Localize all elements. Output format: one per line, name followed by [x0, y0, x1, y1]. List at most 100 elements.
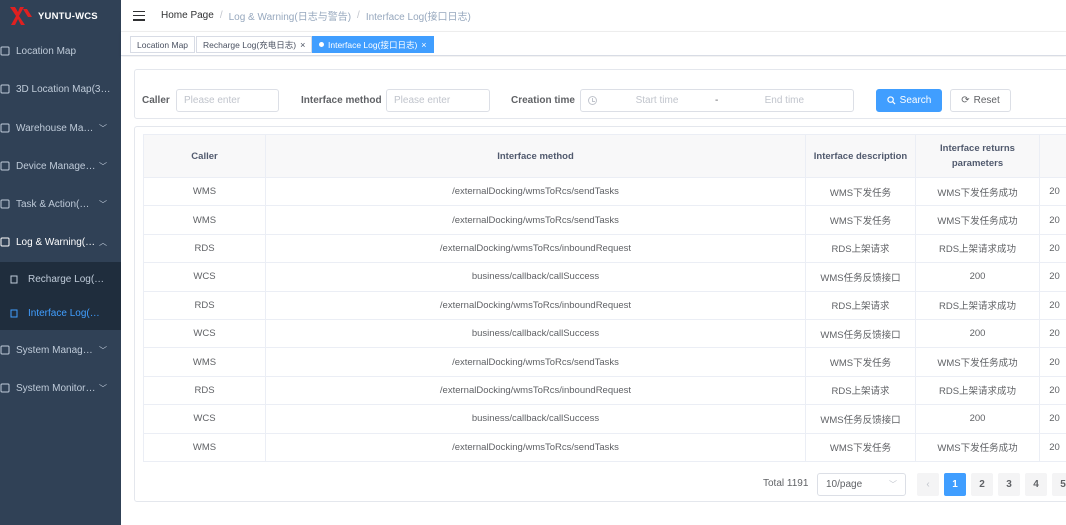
sidebar: YUNTU-WCS Location Map 3D Location Map(3……	[0, 0, 121, 525]
sidebar-item-device[interactable]: Device Manage… ﹀	[0, 147, 121, 185]
tag-location-map[interactable]: Location Map	[130, 36, 196, 53]
end-time-input[interactable]: End time	[754, 95, 814, 106]
sidebar-item-log[interactable]: Log & Warning(… ︿	[0, 223, 121, 261]
breadcrumb-interface-log: Interface Log(接口日志)	[365, 12, 471, 23]
cell-interface-description: RDS上架请求	[805, 375, 916, 406]
page-size-select[interactable]: 10/page ﹀	[817, 473, 906, 496]
creation-time-label: Creation time	[511, 95, 575, 106]
close-icon[interactable]: ×	[300, 40, 305, 50]
sidebar-subitem-interface-log[interactable]: Interface Log(…	[0, 296, 121, 330]
cell-next: 20	[1039, 432, 1066, 462]
table-row[interactable]: RDS/externalDocking/wmsToRcs/inboundRequ…	[143, 375, 1066, 406]
reset-button[interactable]: ⟳ Reset	[950, 89, 1011, 112]
cell-interface-returns: 200	[915, 318, 1040, 349]
cell-caller: WCS	[143, 404, 266, 434]
cell-interface-returns: RDS上架请求成功	[915, 233, 1040, 264]
sidebar-item-label: Location Map	[16, 45, 77, 57]
clock-icon	[588, 96, 597, 105]
interface-method-input[interactable]: Please enter	[386, 89, 490, 112]
page-button-1[interactable]: 1	[944, 473, 966, 496]
cell-next: 20	[1039, 205, 1066, 235]
table-row[interactable]: WMS/externalDocking/wmsToRcs/sendTasks WM…	[143, 205, 1066, 235]
close-icon[interactable]: ×	[421, 40, 426, 50]
prev-page-button[interactable]: ‹	[917, 473, 939, 496]
cell-caller: RDS	[143, 233, 266, 264]
column-header-next[interactable]	[1039, 134, 1066, 178]
table-row[interactable]: WMS/externalDocking/wmsToRcs/sendTasks WM…	[143, 176, 1066, 207]
system-icon	[0, 345, 10, 355]
table-row[interactable]: WCS business/callback/callSuccess WMS任务反馈接…	[143, 404, 1066, 434]
sidebar-item-system[interactable]: System Manag… ﹀	[0, 331, 121, 369]
cell-interface-description: WMS任务反馈接口	[805, 262, 916, 292]
page-size-value: 10/page	[826, 479, 863, 490]
logo: YUNTU-WCS	[0, 0, 121, 32]
page-button-4[interactable]: 4	[1025, 473, 1047, 496]
cell-caller: WCS	[143, 318, 266, 349]
cell-interface-returns: WMS下发任务成功	[915, 432, 1040, 462]
cell-interface-method: business/callback/callSuccess	[265, 318, 806, 349]
column-header-interface-returns[interactable]: Interface returns parameters	[915, 134, 1040, 178]
creation-time-range[interactable]: Start time - End time	[580, 89, 854, 112]
header: Home Page / Log & Warning(日志与警告) / Inter…	[121, 0, 1066, 32]
monitor-icon	[0, 383, 10, 393]
sidebar-item-warehouse[interactable]: Warehouse Ma… ﹀	[0, 109, 121, 147]
column-header-returns-label: Interface returns parameters	[940, 143, 1015, 169]
table-row[interactable]: RDS/externalDocking/wmsToRcs/inboundRequ…	[143, 233, 1066, 264]
chevron-down-icon: ﹀	[99, 199, 107, 209]
tag-interface-log[interactable]: Interface Log(接口日志) ×	[312, 36, 434, 53]
sidebar-subitem-label: Recharge Log(…	[28, 273, 105, 285]
cell-caller: WCS	[143, 262, 266, 292]
battery-icon	[10, 275, 18, 283]
cell-interface-returns: WMS下发任务成功	[915, 176, 1040, 207]
cell-interface-returns: 200	[915, 262, 1040, 292]
cell-interface-method: business/callback/callSuccess	[265, 262, 806, 292]
breadcrumb-log-warning: Log & Warning(日志与警告)	[228, 12, 352, 23]
table-row[interactable]: WCS business/callback/callSuccess WMS任务反馈接…	[143, 318, 1066, 349]
hamburger-icon[interactable]	[133, 10, 145, 21]
table-row[interactable]: WCS business/callback/callSuccess WMS任务反馈接…	[143, 262, 1066, 292]
column-header-interface-method[interactable]: Interface method	[265, 134, 806, 178]
cell-interface-returns: 200	[915, 404, 1040, 434]
sidebar-item-label: 3D Location Map(3…	[16, 83, 111, 95]
sidebar-item-monitor[interactable]: System Monitor… ﹀	[0, 369, 121, 407]
cell-interface-description: WMS下发任务	[805, 205, 916, 235]
interface-method-label: Interface method	[301, 95, 382, 106]
page-button-3[interactable]: 3	[998, 473, 1020, 496]
chevron-down-icon: ﹀	[99, 345, 107, 355]
column-header-interface-description[interactable]: Interface description	[805, 134, 916, 178]
map-icon	[0, 46, 10, 56]
breadcrumb-separator: /	[357, 10, 360, 21]
cell-next: 20	[1039, 404, 1066, 434]
table-row[interactable]: WMS/externalDocking/wmsToRcs/sendTasks WM…	[143, 432, 1066, 462]
search-button-label: Search	[899, 95, 932, 106]
range-separator: -	[715, 95, 719, 106]
column-header-caller[interactable]: Caller	[143, 134, 266, 178]
chevron-down-icon: ﹀	[99, 383, 107, 393]
breadcrumb-home[interactable]: Home Page	[161, 10, 214, 21]
search-button[interactable]: Search	[876, 89, 942, 112]
reset-button-label: Reset	[973, 95, 1000, 106]
page-button-5[interactable]: 5	[1052, 473, 1066, 496]
table-row[interactable]: RDS/externalDocking/wmsToRcs/inboundRequ…	[143, 290, 1066, 320]
caller-input[interactable]: Please enter	[176, 89, 279, 112]
sidebar-item-label: Task & Action(…	[16, 198, 90, 210]
page-button-2[interactable]: 2	[971, 473, 993, 496]
table-row[interactable]: WMS/externalDocking/wmsToRcs/sendTasks WM…	[143, 347, 1066, 377]
cell-interface-method: /externalDocking/wmsToRcs/sendTasks	[265, 205, 806, 235]
cell-interface-method: /externalDocking/wmsToRcs/inboundRequest	[265, 233, 806, 264]
start-time-input[interactable]: Start time	[627, 95, 687, 106]
cell-interface-description: WMS任务反馈接口	[805, 318, 916, 349]
log-icon	[0, 237, 10, 247]
sidebar-item-task[interactable]: Task & Action(… ﹀	[0, 185, 121, 223]
sidebar-subitem-recharge-log[interactable]: Recharge Log(…	[0, 262, 121, 296]
cell-interface-method: /externalDocking/wmsToRcs/sendTasks	[265, 176, 806, 207]
sidebar-item-cube[interactable]: 3D Location Map(3…	[0, 70, 121, 108]
tag-recharge-log[interactable]: Recharge Log(充电日志) ×	[196, 36, 313, 53]
sidebar-item-label: Log & Warning(…	[16, 236, 96, 248]
cell-next: 20	[1039, 290, 1066, 320]
tag-label: Location Map	[137, 39, 189, 50]
cell-interface-method: /externalDocking/wmsToRcs/sendTasks	[265, 432, 806, 462]
cell-interface-method: /externalDocking/wmsToRcs/inboundRequest	[265, 290, 806, 320]
sidebar-item-map[interactable]: Location Map	[0, 32, 121, 70]
tag-label: Interface Log(接口日志)	[328, 39, 418, 50]
